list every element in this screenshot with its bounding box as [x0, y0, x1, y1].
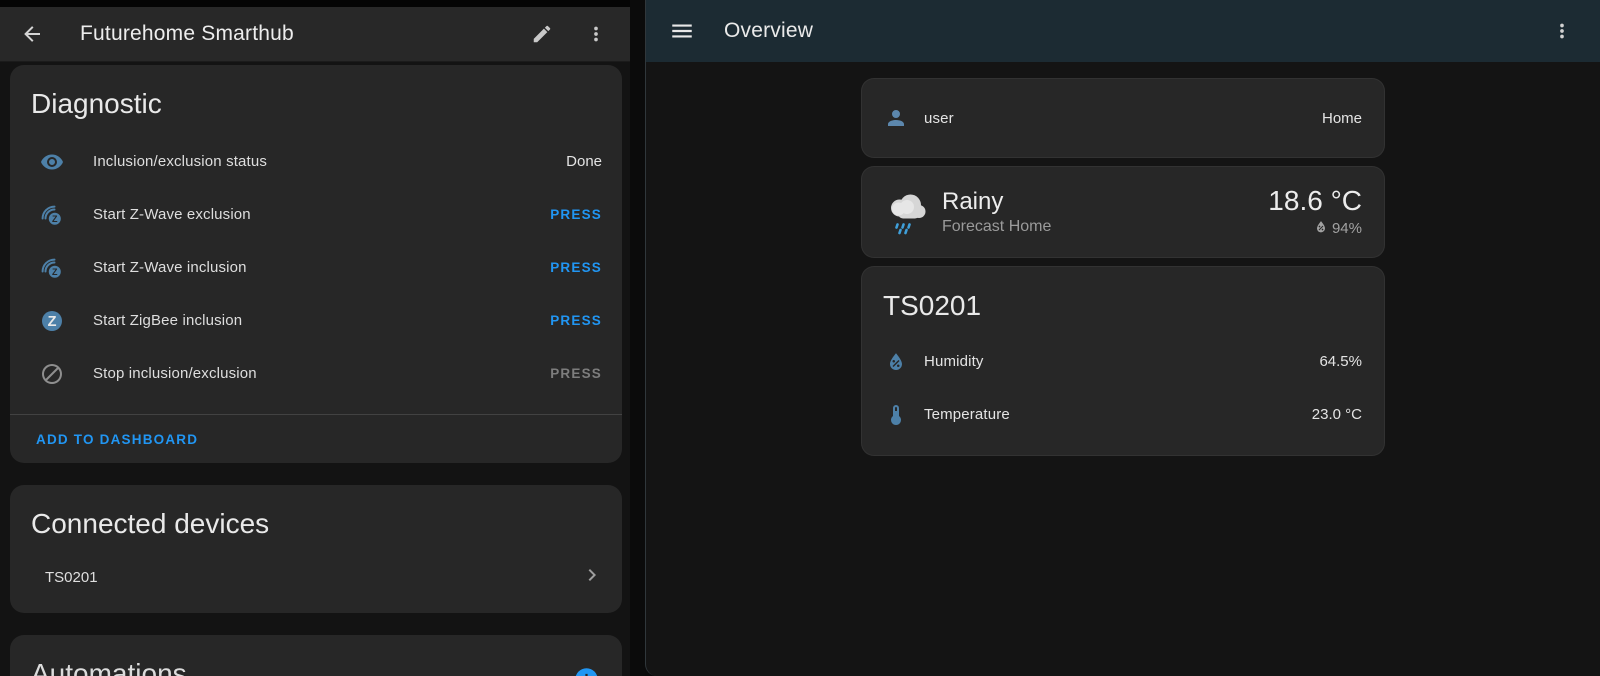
press-button[interactable]: PRESS	[550, 260, 602, 275]
card-column: user Home	[861, 62, 1385, 676]
dots-vertical-icon	[585, 23, 607, 45]
automations-header: Automations	[10, 635, 622, 676]
row-label: Inclusion/exclusion status	[93, 153, 566, 170]
screen: Futurehome Smarthub Diagnostic	[0, 0, 1600, 676]
left-scroll-area: Diagnostic Inclusion/exclusion status Do…	[0, 62, 630, 676]
row-label: Stop inclusion/exclusion	[93, 365, 550, 382]
weather-readings: 18.6 °C 94%	[1268, 186, 1362, 239]
zigbee-icon: Z	[40, 309, 64, 333]
diagnostic-card: Diagnostic Inclusion/exclusion status Do…	[10, 65, 622, 463]
humidity-entity-row[interactable]: Humidity 64.5%	[862, 335, 1384, 388]
status-bar	[0, 0, 630, 7]
overview-window: Overview user Home	[645, 0, 1600, 676]
svg-text:Z: Z	[52, 214, 58, 224]
weather-humidity-value: 94%	[1332, 220, 1362, 237]
add-to-dashboard-button[interactable]: ADD TO DASHBOARD	[36, 432, 198, 447]
zwave-icon: Z	[40, 203, 64, 227]
temperature-value: 23.0 °C	[1312, 406, 1362, 423]
cancel-icon	[40, 362, 64, 386]
weather-temperature: 18.6 °C	[1268, 186, 1362, 216]
press-button-disabled[interactable]: PRESS	[550, 366, 602, 381]
row-label: Start Z-Wave inclusion	[93, 259, 550, 276]
eye-icon	[40, 150, 64, 174]
dots-vertical-icon	[1551, 20, 1573, 42]
ts0201-rows: Humidity 64.5% Temperature 23.0 °C	[862, 335, 1384, 455]
connected-devices-title: Connected devices	[10, 485, 622, 551]
weather-forecast-card[interactable]: Rainy Forecast Home 18.6 °C 94%	[861, 166, 1385, 258]
edit-button[interactable]	[522, 14, 562, 54]
press-button[interactable]: PRESS	[550, 207, 602, 222]
connected-devices-card: Connected devices TS0201	[10, 485, 622, 613]
svg-text:Z: Z	[52, 267, 58, 277]
thermometer-icon	[884, 403, 908, 427]
row-label: Start Z-Wave exclusion	[93, 206, 550, 223]
temperature-label: Temperature	[924, 406, 1312, 423]
page-title: Futurehome Smarthub	[80, 22, 522, 46]
weather-entity-name: Forecast Home	[942, 218, 1268, 236]
dashboard-title: Overview	[724, 19, 1542, 43]
row-inclusion-status: Inclusion/exclusion status Done	[10, 135, 622, 188]
automations-card: Automations	[10, 635, 622, 676]
humidity-value: 64.5%	[1319, 353, 1362, 370]
chevron-right-icon	[580, 563, 604, 592]
user-entity-card[interactable]: user Home	[861, 78, 1385, 158]
arrow-left-icon	[20, 22, 44, 46]
diagnostic-rows: Inclusion/exclusion status Done Z	[10, 135, 622, 414]
connected-device-item[interactable]: TS0201	[10, 551, 622, 603]
automations-title: Automations	[31, 657, 573, 676]
press-button[interactable]: PRESS	[550, 313, 602, 328]
diagnostic-card-footer: ADD TO DASHBOARD	[10, 415, 622, 463]
user-entity-label: user	[924, 110, 1322, 127]
hamburger-menu-icon	[669, 18, 695, 44]
svg-text:Z: Z	[48, 314, 57, 330]
status-value: Done	[566, 153, 602, 170]
device-name: TS0201	[45, 569, 580, 586]
sidebar-menu-button[interactable]	[662, 11, 702, 51]
zwave-icon: Z	[40, 256, 64, 280]
account-icon	[884, 106, 908, 130]
weather-humidity-row: 94%	[1268, 219, 1362, 239]
water-percent-icon	[1313, 219, 1329, 239]
row-label: Start ZigBee inclusion	[93, 312, 550, 329]
pencil-icon	[531, 23, 553, 45]
back-button[interactable]	[12, 14, 52, 54]
add-automation-button[interactable]	[573, 666, 600, 676]
dashboard-area: user Home	[646, 62, 1600, 676]
right-app-bar: Overview	[646, 0, 1600, 62]
user-entity-state: Home	[1322, 110, 1362, 127]
row-zigbee-inclusion: Z Start ZigBee inclusion PRESS	[10, 294, 622, 347]
weather-pouring-icon	[878, 188, 934, 236]
window-separator	[630, 0, 645, 676]
ts0201-card-title: TS0201	[862, 267, 1384, 335]
ts0201-card: TS0201 Humidity 64.5%	[861, 266, 1385, 456]
humidity-label: Humidity	[924, 353, 1319, 370]
temperature-entity-row[interactable]: Temperature 23.0 °C	[862, 388, 1384, 441]
weather-state: Rainy	[942, 188, 1268, 216]
device-detail-window: Futurehome Smarthub Diagnostic	[0, 0, 630, 676]
diagnostic-card-title: Diagnostic	[10, 65, 622, 135]
weather-main: Rainy Forecast Home	[942, 188, 1268, 236]
left-app-bar: Futurehome Smarthub	[0, 7, 630, 62]
row-stop-inclusion: Stop inclusion/exclusion PRESS	[10, 347, 622, 400]
overflow-menu-button[interactable]	[576, 14, 616, 54]
row-zwave-inclusion: Z Start Z-Wave inclusion PRESS	[10, 241, 622, 294]
humidity-icon	[884, 350, 908, 374]
row-zwave-exclusion: Z Start Z-Wave exclusion PRESS	[10, 188, 622, 241]
dashboard-overflow-menu-button[interactable]	[1542, 11, 1582, 51]
